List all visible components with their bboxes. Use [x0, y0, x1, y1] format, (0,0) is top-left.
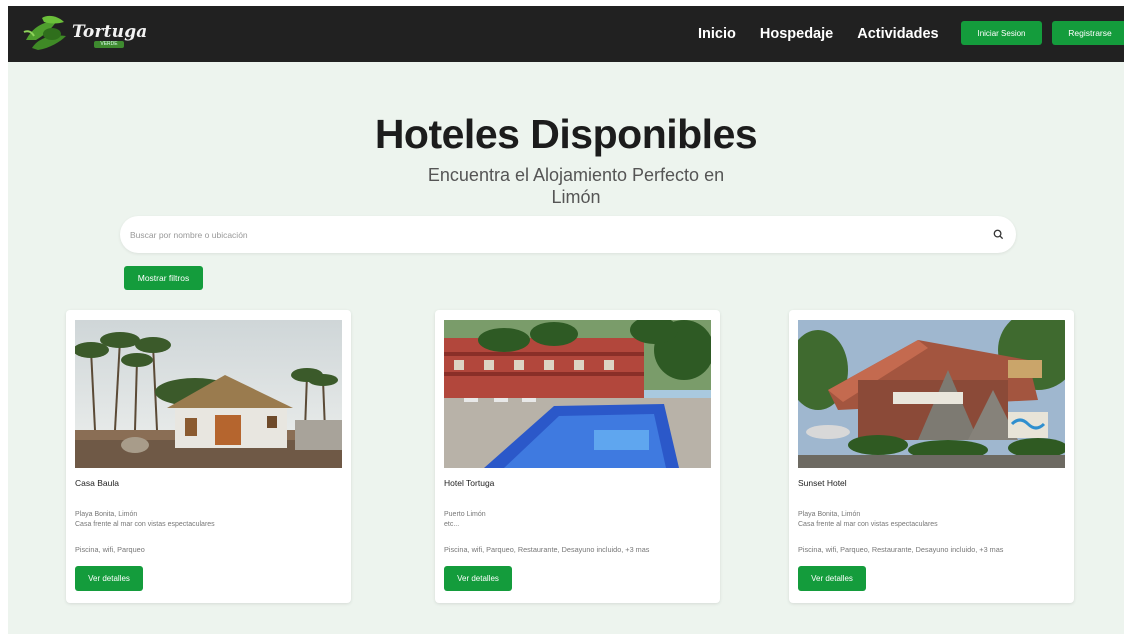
hotel-location: Puerto Limón: [444, 511, 486, 518]
view-details-button[interactable]: Ver detalles: [444, 566, 512, 591]
login-button[interactable]: Iniciar Sesion: [961, 21, 1042, 45]
show-filters-button[interactable]: Mostrar filtros: [124, 266, 203, 290]
hotel-location: Playa Bonita, Limón: [798, 511, 861, 518]
subtitle-line-2: Limón: [551, 187, 601, 207]
search-bar: [120, 216, 1016, 253]
view-details-button[interactable]: Ver detalles: [798, 566, 866, 591]
brand-name: Tortuga: [72, 22, 148, 42]
hotel-description: Casa frente al mar con vistas espectacul…: [75, 521, 215, 528]
hotel-image[interactable]: [798, 320, 1065, 468]
hotel-description: Casa frente al mar con vistas espectacul…: [798, 521, 938, 528]
hotel-amenities: Piscina, wifi, Parqueo, Restaurante, Des…: [798, 545, 1004, 554]
hotel-amenities: Piscina, wifi, Parqueo, Restaurante, Des…: [444, 545, 650, 554]
search-icon[interactable]: [993, 229, 1004, 240]
page-subtitle: Encuentra el Alojamiento Perfecto en Lim…: [401, 164, 751, 208]
nav-links: Inicio Hospedaje Actividades: [698, 6, 963, 62]
nav-link-inicio[interactable]: Inicio: [698, 26, 736, 42]
hotel-name: Hotel Tortuga: [444, 478, 495, 488]
hotel-card: Sunset Hotel Playa Bonita, Limón Casa fr…: [789, 310, 1074, 603]
hotel-location: Playa Bonita, Limón: [75, 511, 138, 518]
view-details-button[interactable]: Ver detalles: [75, 566, 143, 591]
hotel-amenities: Piscina, wifi, Parqueo: [75, 545, 145, 554]
hotel-description: etc...: [444, 521, 460, 528]
hotel-image[interactable]: [75, 320, 342, 468]
brand-sub: VERDE: [94, 41, 124, 48]
hotel-card: Casa Baula Playa Bonita, Limón Casa fren…: [66, 310, 351, 603]
hotel-card: Hotel Tortuga Puerto Limón etc... Piscin…: [435, 310, 720, 603]
page-title: Hoteles Disponibles: [374, 111, 758, 157]
page: Tortuga VERDE Inicio Hospedaje Actividad…: [8, 6, 1124, 634]
hotel-name: Casa Baula: [75, 478, 119, 488]
nav-link-hospedaje[interactable]: Hospedaje: [760, 26, 833, 42]
subtitle-line-1: Encuentra el Alojamiento Perfecto en: [427, 165, 725, 185]
hotel-image[interactable]: [444, 320, 711, 468]
hotel-name: Sunset Hotel: [798, 478, 847, 488]
brand-logo[interactable]: Tortuga VERDE: [22, 10, 147, 58]
search-input[interactable]: [130, 229, 970, 240]
navbar: Tortuga VERDE Inicio Hospedaje Actividad…: [8, 6, 1124, 62]
register-button[interactable]: Registrarse: [1052, 21, 1124, 45]
nav-link-actividades[interactable]: Actividades: [857, 26, 938, 42]
